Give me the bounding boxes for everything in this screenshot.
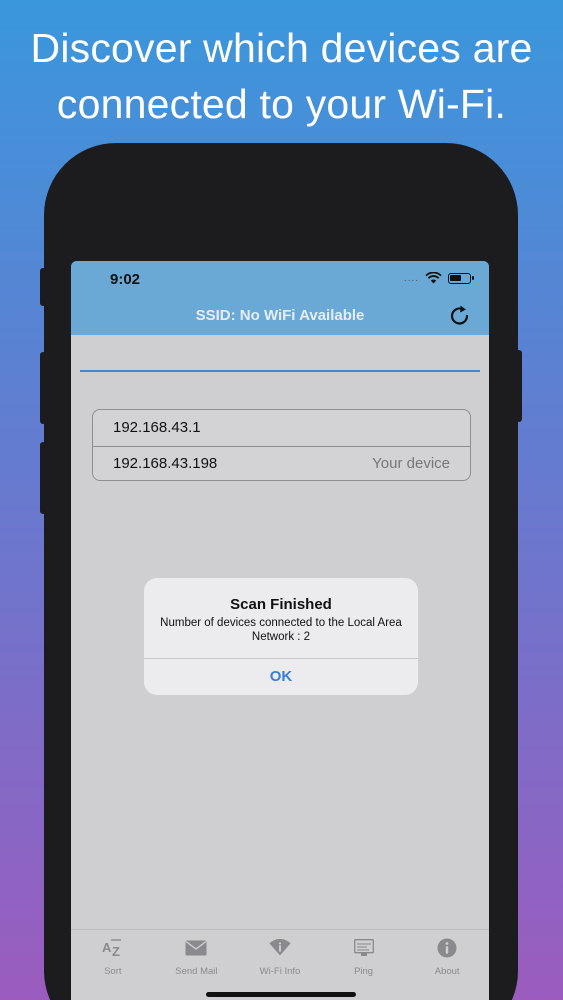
tab-send-mail[interactable]: Send Mail [155,930,239,1000]
device-tag: Your device [372,455,450,473]
device-list: 192.168.43.1 192.168.43.198 Your device [92,409,471,481]
wifi-icon [425,272,442,284]
headline-line-2: connected to your Wi-Fi. [56,81,507,127]
tab-ping[interactable]: Ping [322,930,406,1000]
ssid-title: SSID: No WiFi Available [195,307,365,324]
tab-label: Sort [104,966,122,977]
tab-bar: A Z Sort Send Mail Wi-Fi Info Ping About [71,929,489,1000]
svg-text:Z: Z [112,944,120,958]
tab-label: Ping [354,966,374,977]
device-row[interactable]: 192.168.43.198 Your device [93,445,470,481]
refresh-icon[interactable] [447,303,473,329]
home-indicator[interactable] [206,992,356,997]
tab-label: About [434,966,460,977]
alert-ok-button[interactable]: OK [144,659,418,695]
tab-sort[interactable]: A Z Sort [71,930,155,1000]
cellular-signal-icon: .... [403,272,419,284]
alert-title: Scan Finished [230,596,332,613]
mail-icon [185,938,207,958]
tab-label: Send Mail [175,966,218,977]
svg-text:A: A [102,940,112,955]
scan-finished-alert: Scan Finished Number of devices connecte… [144,578,418,695]
device-ip: 192.168.43.198 [113,455,218,473]
navigation-bar: 9:02 .... SSID: No WiFi Available [71,261,489,335]
device-row[interactable]: 192.168.43.1 [93,410,470,446]
headline: Discover which devices are connected to … [0,20,563,132]
headline-line-1: Discover which devices are [30,25,533,71]
ping-icon [353,938,375,958]
wifi-info-icon [269,938,291,958]
sort-az-icon: A Z [102,938,124,958]
tab-label: Wi-Fi Info [259,966,301,977]
device-ip: 192.168.43.1 [113,419,201,437]
alert-message: Number of devices connected to the Local… [160,617,402,643]
phone-screen: 9:02 .... SSID: No WiFi Available 192.16… [71,261,489,1000]
tab-about[interactable]: About [405,930,489,1000]
search-field-underline[interactable] [80,370,480,372]
status-time: 9:02 [110,271,141,288]
info-icon [436,938,458,958]
tab-wifi-info[interactable]: Wi-Fi Info [238,930,322,1000]
battery-icon [448,272,474,284]
status-indicators: .... [403,272,474,284]
